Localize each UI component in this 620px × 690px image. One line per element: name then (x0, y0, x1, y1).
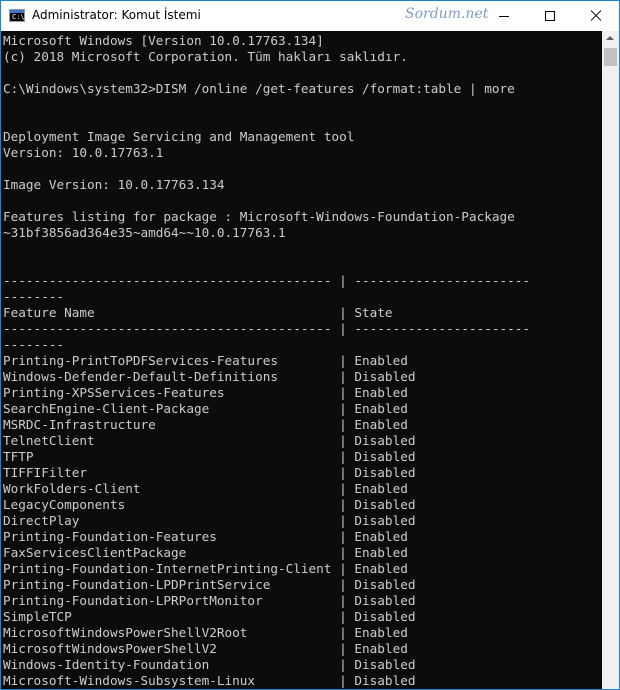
console-line: Printing-Foundation-InternetPrinting-Cli… (3, 561, 408, 576)
console-line: Windows-Identity-Foundation | Disabled (3, 657, 416, 672)
maximize-button[interactable] (527, 1, 573, 31)
console-line: ----------------------------------------… (3, 321, 531, 336)
scroll-thumb[interactable] (604, 48, 617, 66)
console-line: SimpleTCP | Disabled (3, 609, 416, 624)
console-line: FaxServicesClientPackage | Enabled (3, 545, 408, 560)
console-line: -------- (3, 337, 65, 352)
console-line: -------- (3, 289, 65, 304)
console-output[interactable]: Microsoft Windows [Version 10.0.17763.13… (1, 31, 601, 689)
console-line: Windows-Defender-Default-Definitions | D… (3, 369, 416, 384)
minimize-icon (499, 16, 509, 17)
console-line: Printing-PrintToPDFServices-Features | E… (3, 353, 408, 368)
console-line: DirectPlay | Disabled (3, 513, 416, 528)
console-line: TIFFIFilter | Disabled (3, 465, 416, 480)
close-button[interactable] (573, 1, 619, 31)
console-line: C:\Windows\system32>DISM /online /get-fe… (3, 81, 515, 96)
console-line: TFTP | Disabled (3, 449, 416, 464)
console-line: Printing-Foundation-LPDPrintService | Di… (3, 577, 416, 592)
scroll-up-arrow-icon[interactable] (606, 36, 614, 40)
console-line: ~31bf3856ad364e35~amd64~~10.0.17763.1 (3, 225, 286, 240)
window-title: Administrator: Komut İstemi (32, 8, 201, 22)
console-line: Microsoft Windows [Version 10.0.17763.13… (3, 33, 324, 48)
title-bar[interactable]: C:\. Administrator: Komut İstemi Sordum.… (1, 1, 619, 31)
console-line: Printing-Foundation-LPRPortMonitor | Dis… (3, 593, 416, 608)
cmd-icon-label: C:\. (12, 13, 29, 21)
console-line: WorkFolders-Client | Enabled (3, 481, 408, 496)
console-line: MicrosoftWindowsPowerShellV2Root | Enabl… (3, 625, 408, 640)
command-prompt-window: C:\. Administrator: Komut İstemi Sordum.… (0, 0, 620, 690)
console-line: Printing-XPSServices-Features | Enabled (3, 385, 408, 400)
console-line: Deployment Image Servicing and Managemen… (3, 129, 355, 144)
console-line: SearchEngine-Client-Package | Enabled (3, 401, 408, 416)
console-line: MicrosoftWindowsPowerShellV2 | Enabled (3, 641, 408, 656)
maximize-icon (545, 11, 555, 21)
console-line: LegacyComponents | Disabled (3, 497, 416, 512)
vertical-scrollbar[interactable] (602, 31, 619, 689)
cmd-icon[interactable]: C:\. (9, 9, 29, 22)
minimize-button[interactable] (481, 1, 527, 31)
console-line: Feature Name | State (3, 305, 393, 320)
console-line: Microsoft-Windows-Subsystem-Linux | Disa… (3, 673, 416, 688)
console-line: Version: 10.0.17763.1 (3, 145, 164, 160)
console-line: (c) 2018 Microsoft Corporation. Tüm hakl… (3, 49, 408, 64)
console-line: MSRDC-Infrastructure | Enabled (3, 417, 408, 432)
console-line: ----------------------------------------… (3, 273, 531, 288)
console-line: Printing-Foundation-Features | Enabled (3, 529, 408, 544)
console-line: Features listing for package : Microsoft… (3, 209, 515, 224)
console-line: Image Version: 10.0.17763.134 (3, 177, 225, 192)
watermark-logo: Sordum.net (405, 6, 489, 22)
console-line: TelnetClient | Disabled (3, 433, 416, 448)
